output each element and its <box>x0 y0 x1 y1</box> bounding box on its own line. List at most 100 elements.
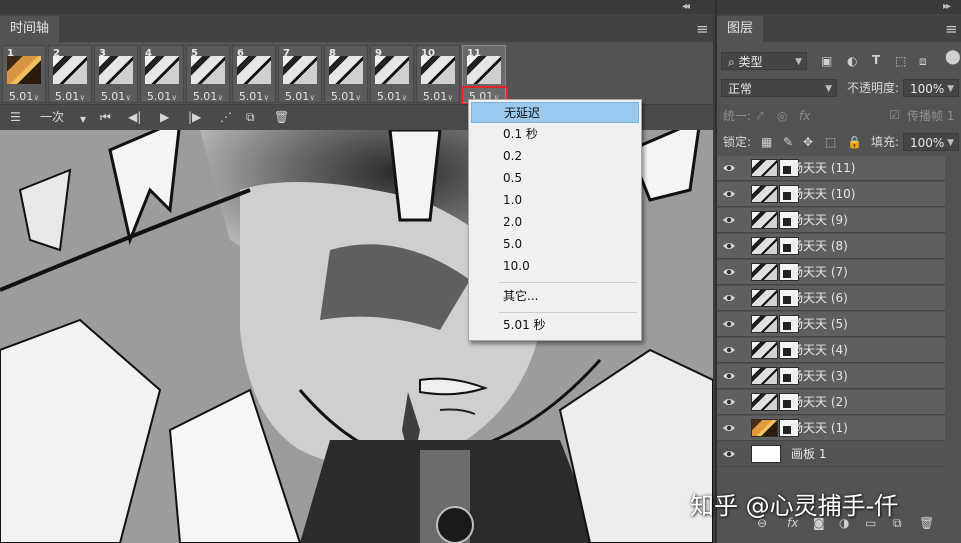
frame-delay-select[interactable]: 5.01∨ <box>187 90 229 103</box>
filter-adjustment-icon[interactable]: ◐ <box>847 54 857 68</box>
tween-icon[interactable]: ⋰ <box>220 110 232 124</box>
timeline-frame[interactable]: 1 5.01∨ <box>2 45 46 103</box>
timeline-frame[interactable]: 10 5.01∨ <box>416 45 460 103</box>
visibility-eye-icon[interactable] <box>723 396 735 408</box>
opacity-input[interactable]: 100% ▼ <box>903 79 959 97</box>
collapse-panel-icon[interactable]: ▸▸ <box>943 1 951 12</box>
tab-layers[interactable]: 图层 <box>717 16 764 42</box>
layer-name: 杨天天 (7) <box>791 265 848 279</box>
visibility-eye-icon[interactable] <box>723 422 735 434</box>
menu-item-0.1[interactable]: 0.1 秒 <box>471 124 639 145</box>
visibility-eye-icon[interactable] <box>723 266 735 278</box>
filter-toggle-icon[interactable]: ⬤ <box>945 50 961 64</box>
visibility-eye-icon[interactable] <box>723 370 735 382</box>
lock-transparent-icon[interactable]: ▦ <box>761 135 772 149</box>
filter-shape-icon[interactable]: ⬚ <box>895 54 906 68</box>
layer-row[interactable]: 画板 1 <box>717 442 945 467</box>
layer-row[interactable]: 杨天天 (10) <box>717 182 945 207</box>
layer-row[interactable]: 杨天天 (6) <box>717 286 945 311</box>
layer-row[interactable]: 杨天天 (9) <box>717 208 945 233</box>
frame-delay-select[interactable]: 5.01∨ <box>279 90 321 103</box>
visibility-eye-icon[interactable] <box>723 162 735 174</box>
timeline-frame[interactable]: 7 5.01∨ <box>278 45 322 103</box>
menu-item-5.0[interactable]: 5.0 <box>471 234 639 255</box>
layer-row[interactable]: 杨天天 (4) <box>717 338 945 363</box>
chevron-down-icon[interactable]: ▼ <box>80 113 86 127</box>
unify-visibility-icon[interactable]: ◎ <box>777 109 787 123</box>
chevron-down-icon: ▼ <box>947 138 954 148</box>
timeline-frame[interactable]: 9 5.01∨ <box>370 45 414 103</box>
layer-row[interactable]: 杨天天 (8) <box>717 234 945 259</box>
menu-item-other[interactable]: 其它... <box>471 286 639 307</box>
panel-menu-icon[interactable]: ≡ <box>945 22 958 37</box>
timeline-frame[interactable]: 2 5.01∨ <box>48 45 92 103</box>
visibility-eye-icon[interactable] <box>723 214 735 226</box>
layer-name: 杨天天 (4) <box>791 343 848 357</box>
lock-position-icon[interactable]: ✥ <box>803 135 813 149</box>
collapse-panel-icon[interactable]: ◂◂ <box>682 1 690 12</box>
chevron-down-icon: ∨ <box>401 93 408 102</box>
chevron-down-icon: ∨ <box>171 93 178 102</box>
watermark: 知乎 @心灵捕手-仟 <box>690 492 899 520</box>
timeline-frame[interactable]: 5 5.01∨ <box>186 45 230 103</box>
visibility-eye-icon[interactable] <box>723 318 735 330</box>
visibility-eye-icon[interactable] <box>723 292 735 304</box>
menu-item-0.2[interactable]: 0.2 <box>471 146 639 167</box>
layer-row[interactable]: 杨天天 (1) <box>717 416 945 441</box>
lock-image-icon[interactable]: ✎ <box>783 135 793 149</box>
filter-type-icon[interactable]: T <box>872 53 880 67</box>
frame-delay-select[interactable]: 5.01∨ <box>325 90 367 103</box>
frame-delay-select[interactable]: 5.01∨ <box>371 90 413 103</box>
play-icon[interactable]: ▶ <box>160 110 169 124</box>
visibility-eye-icon[interactable] <box>723 448 735 460</box>
frame-delay-select[interactable]: 5.01∨ <box>49 90 91 103</box>
lock-artboard-icon[interactable]: ⬚ <box>825 135 836 149</box>
panel-menu-icon[interactable]: ≡ <box>696 22 709 37</box>
visibility-eye-icon[interactable] <box>723 188 735 200</box>
frame-delay-select[interactable]: 5.01∨ <box>233 90 275 103</box>
convert-icon[interactable]: ☰ <box>10 110 21 124</box>
timeline-frame[interactable]: 8 5.01∨ <box>324 45 368 103</box>
blend-mode-select[interactable]: 正常 ▼ <box>721 79 837 97</box>
unify-style-icon[interactable]: fx <box>799 109 810 123</box>
visibility-eye-icon[interactable] <box>723 344 735 356</box>
filter-smart-object-icon[interactable]: ⧈ <box>919 54 927 68</box>
timeline-frame[interactable]: 6 5.01∨ <box>232 45 276 103</box>
frame-delay-select[interactable]: 5.01∨ <box>3 90 45 103</box>
chevron-down-icon: ∨ <box>33 93 40 102</box>
chevron-down-icon: ∨ <box>217 93 224 102</box>
timeline-frame[interactable]: 4 5.01∨ <box>140 45 184 103</box>
fill-input[interactable]: 100% ▼ <box>903 133 959 151</box>
new-frame-icon[interactable]: ⧉ <box>246 110 255 124</box>
layer-row[interactable]: 杨天天 (11) <box>717 156 945 181</box>
frame-delay-select[interactable]: 5.01∨ <box>141 90 183 103</box>
lock-all-icon[interactable]: 🔒 <box>847 135 862 149</box>
menu-item-no-delay[interactable]: 无延迟 <box>471 102 639 123</box>
tab-timeline[interactable]: 时间轴 <box>0 16 60 42</box>
layer-row[interactable]: 杨天天 (5) <box>717 312 945 337</box>
unify-position-icon[interactable]: ⤤ <box>757 109 764 123</box>
layer-name: 杨天天 (1) <box>791 421 848 435</box>
propagate-checkbox[interactable]: ☑ <box>889 108 900 122</box>
prev-frame-icon[interactable]: ◀| <box>128 110 141 124</box>
layer-filter-select[interactable]: ⌕ 类型 ▼ <box>721 52 807 70</box>
visibility-eye-icon[interactable] <box>723 240 735 252</box>
first-frame-icon[interactable]: ⏮ <box>100 110 111 124</box>
timeline-frame[interactable]: 3 5.01∨ <box>94 45 138 103</box>
delete-frame-icon[interactable]: 🗑 <box>274 110 289 124</box>
layer-row[interactable]: 杨天天 (7) <box>717 260 945 285</box>
menu-item-10.0[interactable]: 10.0 <box>471 256 639 277</box>
frame-delay-select[interactable]: 5.01∨ <box>417 90 459 103</box>
loop-select[interactable]: 一次 <box>40 110 64 124</box>
delete-layer-icon[interactable]: 🗑 <box>919 516 934 530</box>
panel-top-strip: ▸▸ <box>717 0 961 14</box>
menu-item-1.0[interactable]: 1.0 <box>471 190 639 211</box>
layer-row[interactable]: 杨天天 (3) <box>717 364 945 389</box>
layer-row[interactable]: 杨天天 (2) <box>717 390 945 415</box>
menu-item-current[interactable]: 5.01 秒 <box>471 315 639 336</box>
frame-delay-select[interactable]: 5.01∨ <box>95 90 137 103</box>
menu-item-0.5[interactable]: 0.5 <box>471 168 639 189</box>
next-frame-icon[interactable]: |▶ <box>188 110 201 124</box>
menu-item-2.0[interactable]: 2.0 <box>471 212 639 233</box>
filter-pixel-icon[interactable]: ▣ <box>821 54 832 68</box>
